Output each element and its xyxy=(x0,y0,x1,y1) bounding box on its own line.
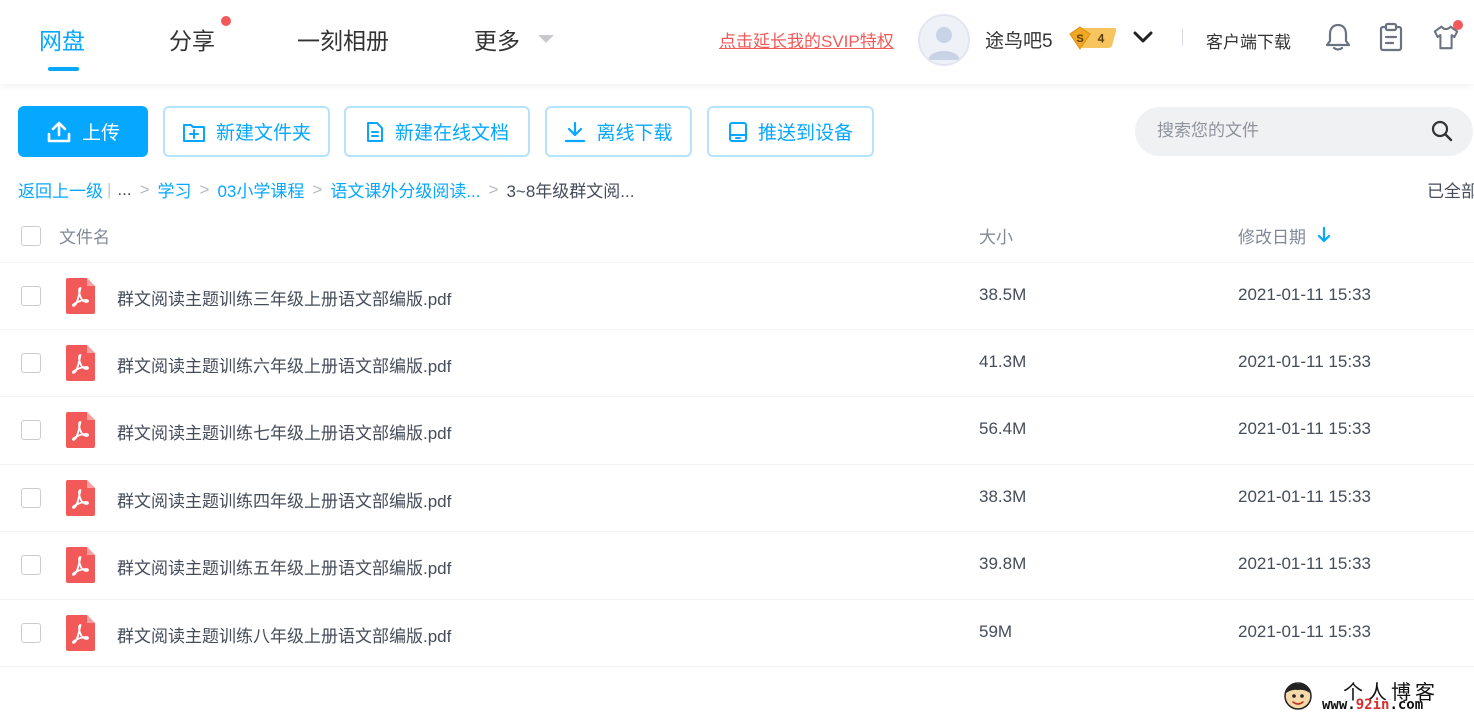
offline-download-button[interactable]: 离线下载 xyxy=(545,106,692,157)
file-size: 56.4M xyxy=(979,419,1027,438)
upload-icon xyxy=(47,121,71,142)
breadcrumb-item-study[interactable]: 学习 xyxy=(158,177,192,202)
push-to-device-button[interactable]: 推送到设备 xyxy=(707,106,874,157)
clipboard-icon[interactable] xyxy=(1377,22,1405,52)
client-download-link[interactable]: 客户端下载 xyxy=(1206,28,1291,53)
row-checkbox[interactable] xyxy=(21,286,41,306)
select-all-checkbox[interactable] xyxy=(21,226,41,246)
table-row[interactable]: 群文阅读主题训练五年级上册语文部编版.pdf 39.8M 2021-01-11 … xyxy=(0,531,1474,598)
tab-share[interactable]: 分享 xyxy=(169,22,215,56)
vip-level-number: 4 xyxy=(1098,32,1105,46)
tab-moment-album[interactable]: 一刻相册 xyxy=(297,22,389,56)
new-online-doc-button[interactable]: 新建在线文档 xyxy=(344,106,530,157)
table-row[interactable]: 群文阅读主题训练四年级上册语文部编版.pdf 38.3M 2021-01-11 … xyxy=(0,464,1474,531)
pdf-file-icon xyxy=(66,278,95,314)
breadcrumb: 返回上一级 | ... > 学习 > 03小学课程 > 语文课外分级阅读... … xyxy=(18,177,634,202)
file-modified-date: 2021-01-11 15:33 xyxy=(1238,622,1371,641)
file-name[interactable]: 群文阅读主题训练四年级上册语文部编版.pdf xyxy=(117,487,451,512)
file-modified-date: 2021-01-11 15:33 xyxy=(1238,419,1371,438)
file-modified-date: 2021-01-11 15:33 xyxy=(1238,352,1371,371)
vip-symbol: S xyxy=(1076,33,1083,45)
file-modified-date: 2021-01-11 15:33 xyxy=(1238,285,1371,304)
file-modified-date: 2021-01-11 15:33 xyxy=(1238,554,1371,573)
folder-add-icon xyxy=(182,123,205,142)
file-name[interactable]: 群文阅读主题训练五年级上册语文部编版.pdf xyxy=(117,554,451,579)
header-divider xyxy=(1182,29,1183,46)
search-icon[interactable] xyxy=(1430,119,1454,143)
breadcrumb-separator: > xyxy=(312,179,323,199)
search-input[interactable] xyxy=(1157,118,1417,144)
search-box xyxy=(1135,107,1473,156)
file-size: 38.5M xyxy=(979,285,1027,304)
tablet-icon xyxy=(728,121,747,142)
breadcrumb-pipe: | xyxy=(107,179,112,199)
svip-extend-link[interactable]: 点击延长我的SVIP特权 xyxy=(719,27,894,52)
column-header-name[interactable]: 文件名 xyxy=(59,223,110,248)
watermark-url-suffix: .com xyxy=(1389,697,1424,713)
row-checkbox[interactable] xyxy=(21,555,41,575)
file-size: 41.3M xyxy=(979,352,1027,371)
table-row[interactable]: 群文阅读主题训练七年级上册语文部编版.pdf 56.4M 2021-01-11 … xyxy=(0,396,1474,463)
chevron-down-icon[interactable] xyxy=(1132,28,1154,46)
new-folder-button[interactable]: 新建文件夹 xyxy=(163,106,330,157)
svip-level-badge[interactable]: S 4 xyxy=(1068,26,1118,50)
offline-download-label: 离线下载 xyxy=(596,123,673,144)
table-row[interactable]: 群文阅读主题训练六年级上册语文部编版.pdf 41.3M 2021-01-11 … xyxy=(0,329,1474,396)
pdf-file-icon xyxy=(66,412,95,448)
share-notification-dot xyxy=(221,16,231,26)
row-checkbox[interactable] xyxy=(21,488,41,508)
column-header-size[interactable]: 大小 xyxy=(979,223,1013,248)
file-name[interactable]: 群文阅读主题训练八年级上册语文部编版.pdf xyxy=(117,622,451,647)
download-icon xyxy=(565,121,586,142)
file-size: 38.3M xyxy=(979,487,1027,506)
document-icon xyxy=(366,121,383,142)
breadcrumb-separator: > xyxy=(199,179,210,199)
pdf-file-icon xyxy=(66,615,95,651)
skin-notification-dot xyxy=(1453,20,1463,30)
username[interactable]: 途鸟吧5 xyxy=(985,26,1053,53)
sort-desc-arrow-icon[interactable] xyxy=(1317,226,1331,244)
row-checkbox[interactable] xyxy=(21,623,41,643)
loaded-all-status: 已全部 xyxy=(1427,182,1474,201)
table-row[interactable]: 群文阅读主题训练三年级上册语文部编版.pdf 38.5M 2021-01-11 … xyxy=(0,262,1474,329)
pdf-file-icon xyxy=(66,345,95,381)
pdf-file-icon xyxy=(66,547,95,583)
row-checkbox[interactable] xyxy=(21,420,41,440)
new-online-doc-label: 新建在线文档 xyxy=(394,123,509,144)
column-header-modified[interactable]: 修改日期 xyxy=(1238,223,1306,248)
pdf-file-icon xyxy=(66,480,95,516)
breadcrumb-ellipsis[interactable]: ... xyxy=(117,180,131,200)
default-user-icon xyxy=(928,27,960,60)
push-to-device-label: 推送到设备 xyxy=(757,123,853,144)
row-checkbox[interactable] xyxy=(21,353,41,373)
tab-netdisk[interactable]: 网盘 xyxy=(39,22,85,56)
upload-label: 上传 xyxy=(81,123,120,144)
tab-more[interactable]: 更多 xyxy=(474,22,520,56)
file-size: 39.8M xyxy=(979,554,1027,573)
breadcrumb-item-chinese-reading[interactable]: 语文课外分级阅读... xyxy=(330,177,480,202)
breadcrumb-separator: > xyxy=(139,179,150,199)
breadcrumb-back-link[interactable]: 返回上一级 xyxy=(18,177,103,202)
new-folder-label: 新建文件夹 xyxy=(215,123,311,144)
breadcrumb-current: 3~8年级群文阅... xyxy=(506,182,635,201)
active-tab-indicator xyxy=(48,67,79,71)
file-size: 59M xyxy=(979,622,1013,641)
file-modified-date: 2021-01-11 15:33 xyxy=(1238,487,1371,506)
table-row[interactable]: 群文阅读主题训练八年级上册语文部编版.pdf 59M 2021-01-11 15… xyxy=(0,599,1474,666)
file-name[interactable]: 群文阅读主题训练七年级上册语文部编版.pdf xyxy=(117,419,451,444)
file-name[interactable]: 群文阅读主题训练三年级上册语文部编版.pdf xyxy=(117,285,451,310)
upload-button[interactable]: 上传 xyxy=(18,106,148,157)
top-header: 网盘 分享 一刻相册 更多 点击延长我的SVIP特权 途鸟吧5 S 4 客户端下… xyxy=(0,0,1474,84)
watermark-url-prefix: www. xyxy=(1322,697,1356,713)
avatar[interactable] xyxy=(918,14,970,66)
bell-icon[interactable] xyxy=(1324,22,1352,52)
breadcrumb-separator: > xyxy=(488,179,499,199)
watermark-url-highlight: 92in xyxy=(1355,697,1390,713)
watermark-url: www.92in.com xyxy=(1322,697,1423,713)
watermark-face-icon xyxy=(1284,682,1312,710)
more-caret-icon[interactable] xyxy=(538,35,554,43)
table-bottom-border xyxy=(0,666,1474,667)
breadcrumb-item-primary-courses[interactable]: 03小学课程 xyxy=(217,177,304,202)
file-name[interactable]: 群文阅读主题训练六年级上册语文部编版.pdf xyxy=(117,352,451,377)
